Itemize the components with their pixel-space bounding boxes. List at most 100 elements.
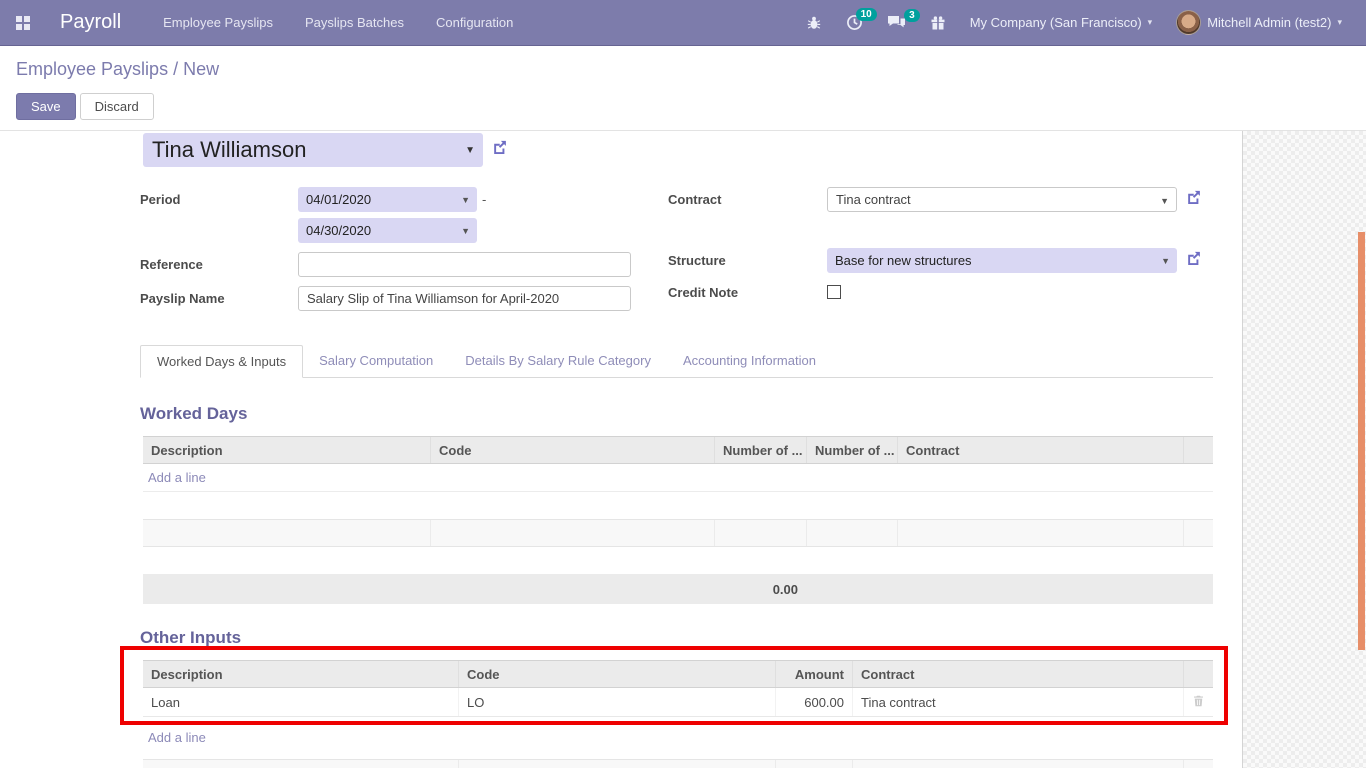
table-row-loan[interactable]: Loan LO 600.00 Tina contract [143,688,1213,717]
breadcrumb-current: New [183,59,219,79]
worked-days-header-row: Description Code Number of ... Number of… [143,436,1213,464]
trash-icon [1192,694,1205,711]
column-header-empty [1183,661,1213,687]
company-name: My Company (San Francisco) [970,15,1142,30]
worked-days-add-a-line[interactable]: Add a line [143,470,206,485]
delete-row-button[interactable] [1192,694,1205,711]
user-avatar [1176,10,1201,35]
chevron-down-icon: ▾ [1148,17,1153,28]
column-header-code[interactable]: Code [430,437,714,463]
other-inputs-title: Other Inputs [140,628,1242,648]
worked-days-table: Description Code Number of ... Number of… [143,436,1213,604]
period-to-field[interactable]: 04/30/2020 ▼ [298,218,477,243]
other-inputs-header-row: Description Code Amount Contract [143,660,1213,688]
app-brand[interactable]: Payroll [60,11,121,34]
activities-button[interactable]: 10 [836,6,873,39]
tab-details-by-salary-rule-category[interactable]: Details By Salary Rule Category [449,345,667,378]
tab-accounting-information[interactable]: Accounting Information [667,345,832,378]
empty-stripe-row [143,759,1213,768]
worked-days-title: Worked Days [140,404,1242,424]
bug-icon [806,15,822,31]
worked-days-total: 0.00 [143,574,806,604]
promo-button[interactable] [920,7,956,39]
structure-label: Structure [668,248,827,268]
scrollbar-thumb[interactable] [1358,232,1365,650]
breadcrumb-parent[interactable]: Employee Payslips [16,59,168,79]
gift-icon [930,15,946,31]
menu-configuration[interactable]: Configuration [424,1,525,44]
top-navbar: Payroll Employee Payslips Payslips Batch… [0,0,1366,46]
contract-label: Contract [668,187,827,207]
contract-field[interactable]: Tina contract ▼ [827,187,1177,212]
messages-button[interactable]: 3 [877,7,916,38]
open-employee-button[interactable] [491,139,508,161]
period-from-field[interactable]: 04/01/2020 ▼ [298,187,477,212]
empty-stripe-row [143,519,1213,547]
chevron-down-icon: ▾ [1337,17,1342,28]
column-header-contract[interactable]: Contract [852,661,1183,687]
user-menu[interactable]: Mitchell Admin (test2) ▾ [1166,2,1352,43]
form-sheet: Tina Williamson ▼ Period 04/01/2020 [0,131,1243,768]
discard-button[interactable]: Discard [80,93,154,120]
external-link-icon [491,139,508,161]
column-header-amount[interactable]: Amount [775,661,852,687]
chevron-down-icon: ▼ [461,226,470,236]
column-header-empty [1183,437,1213,463]
other-inputs-table: Description Code Amount Contract Loan LO… [143,660,1213,768]
column-header-description[interactable]: Description [143,661,458,687]
structure-value: Base for new structures [835,253,972,268]
company-switcher[interactable]: My Company (San Francisco) ▾ [960,7,1162,38]
credit-note-label: Credit Note [668,280,827,300]
period-from-value: 04/01/2020 [306,192,371,207]
period-to-value: 04/30/2020 [306,223,371,238]
main-menu: Employee Payslips Payslips Batches Confi… [151,1,525,44]
control-panel: Employee Payslips / New Save Discard [0,46,1366,131]
open-contract-button[interactable] [1185,189,1202,211]
period-label: Period [140,187,298,207]
cell-amount[interactable]: 600.00 [775,688,852,716]
tab-worked-days-inputs[interactable]: Worked Days & Inputs [140,345,303,378]
column-header-description[interactable]: Description [143,437,430,463]
chevron-down-icon: ▼ [461,195,470,205]
messages-badge: 3 [904,9,920,22]
tab-salary-computation[interactable]: Salary Computation [303,345,449,378]
employee-name: Tina Williamson [152,137,306,163]
reference-input[interactable] [298,252,631,277]
form-view: Tina Williamson ▼ Period 04/01/2020 [0,131,1366,768]
open-structure-button[interactable] [1185,250,1202,272]
other-inputs-add-a-line[interactable]: Add a line [143,730,206,745]
column-header-contract[interactable]: Contract [897,437,1183,463]
menu-payslips-batches[interactable]: Payslips Batches [293,1,416,44]
column-header-number-of-2[interactable]: Number of ... [806,437,897,463]
cell-description[interactable]: Loan [143,688,458,716]
menu-employee-payslips[interactable]: Employee Payslips [151,1,285,44]
chevron-down-icon: ▼ [1161,256,1170,266]
column-header-number-of-1[interactable]: Number of ... [714,437,806,463]
cell-contract[interactable]: Tina contract [852,688,1183,716]
worked-days-addline-row: Add a line [143,464,1213,492]
chevron-down-icon: ▼ [1160,196,1169,206]
debug-button[interactable] [796,7,832,39]
save-button[interactable]: Save [16,93,76,120]
activities-badge: 10 [856,8,877,21]
chat-bubbles-icon [887,15,906,30]
apps-menu-button[interactable] [0,0,46,46]
external-link-icon [1185,189,1202,211]
column-header-code[interactable]: Code [458,661,775,687]
empty-row [143,492,1213,519]
notebook-tabs: Worked Days & Inputs Salary Computation … [140,345,1213,378]
external-link-icon [1185,250,1202,272]
breadcrumb-separator: / [173,59,178,79]
employee-field[interactable]: Tina Williamson ▼ [143,133,483,167]
breadcrumb: Employee Payslips / New [16,59,1350,80]
apps-grid-icon [16,16,30,30]
reference-label: Reference [140,252,298,272]
structure-field[interactable]: Base for new structures ▼ [827,248,1177,273]
payslip-name-input[interactable] [298,286,631,311]
chevron-down-icon: ▼ [465,145,475,156]
contract-value: Tina contract [836,192,911,207]
cell-code[interactable]: LO [458,688,775,716]
credit-note-checkbox[interactable] [827,285,841,299]
user-name: Mitchell Admin (test2) [1207,15,1331,30]
worked-days-footer-row: 0.00 [143,574,1213,604]
